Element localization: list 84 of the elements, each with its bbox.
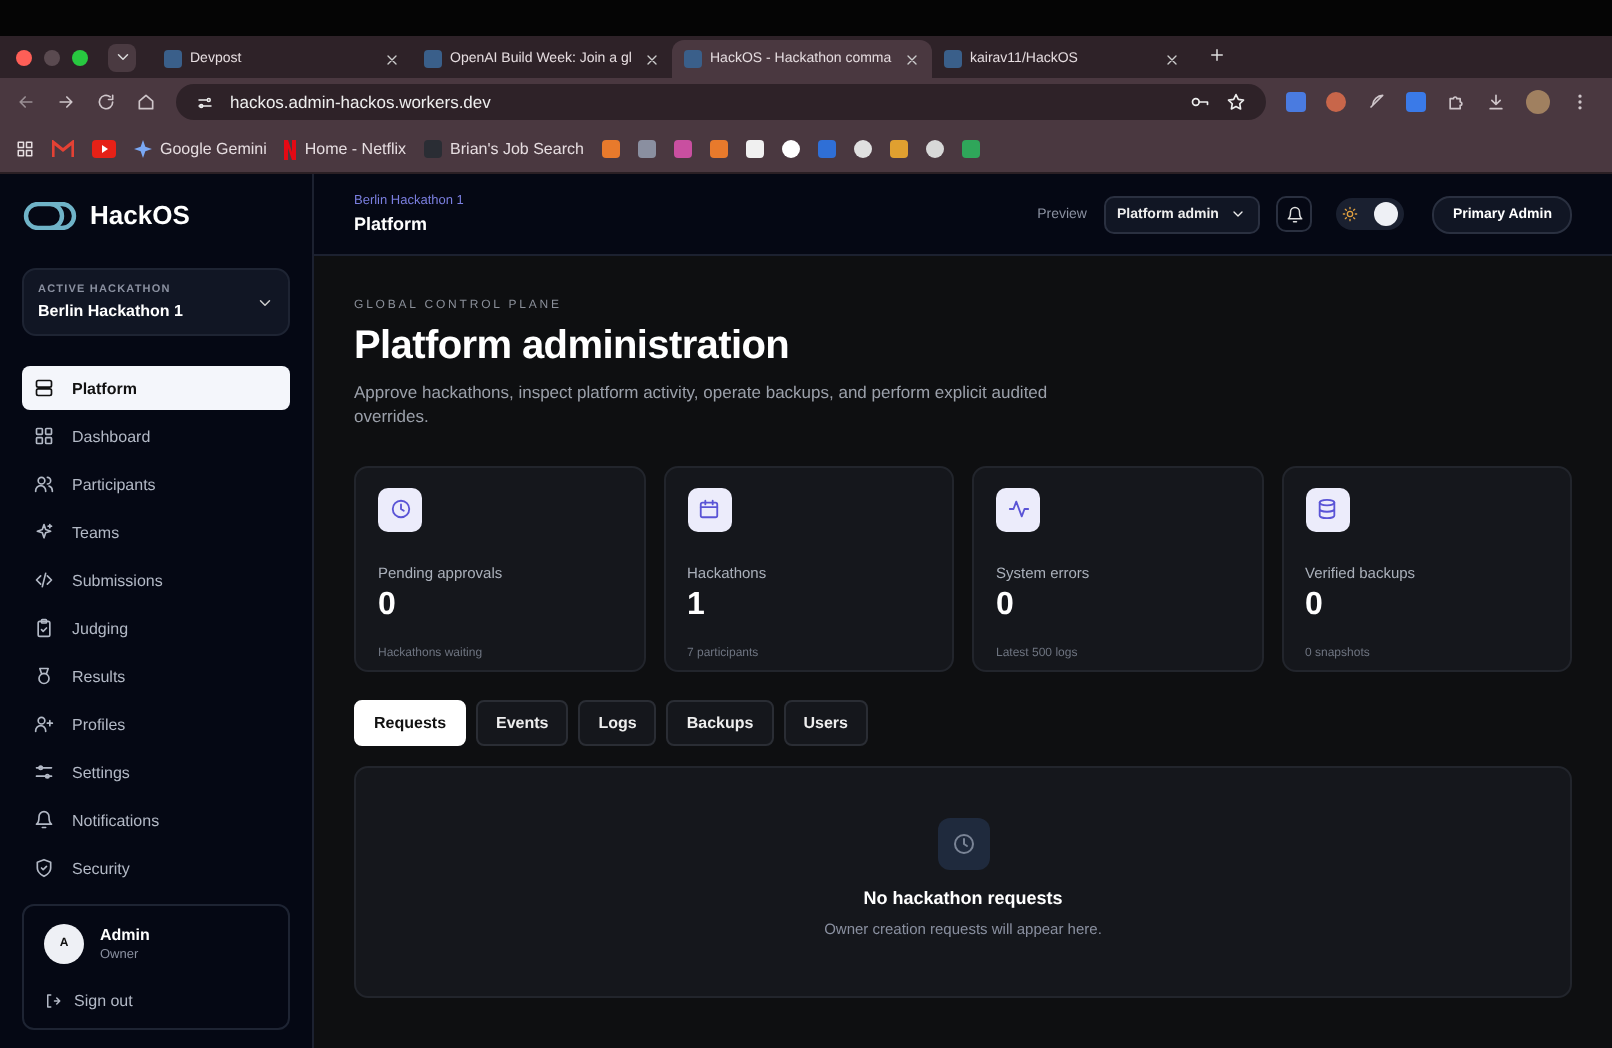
brand-name: HackOS xyxy=(90,200,190,230)
sign-out-link[interactable]: Sign out xyxy=(44,992,268,1010)
tab-search-button[interactable] xyxy=(108,43,136,71)
notifications-button[interactable] xyxy=(1276,196,1313,232)
key-icon xyxy=(1190,92,1210,112)
medal-icon xyxy=(34,666,54,686)
puzzle-icon xyxy=(1446,92,1466,112)
nav-item[interactable]: Profiles xyxy=(22,702,290,746)
clock-icon xyxy=(951,831,975,856)
users-icon xyxy=(34,474,54,494)
n-logo-icon xyxy=(284,139,297,159)
forward-icon xyxy=(56,92,76,112)
site-icon xyxy=(944,50,962,68)
bookmark-link[interactable]: Home - Netflix xyxy=(304,140,407,158)
stat-value: 1 xyxy=(687,587,707,624)
site-icon xyxy=(684,50,702,68)
stat-value: 0 xyxy=(996,587,1016,624)
home-icon xyxy=(136,92,156,112)
zoom-window-icon[interactable] xyxy=(72,49,88,65)
user-plus-icon xyxy=(34,714,54,734)
database-icon xyxy=(1316,498,1338,521)
logo-icon xyxy=(22,201,78,229)
back-icon xyxy=(16,92,36,112)
nav-item[interactable]: Security xyxy=(22,846,290,890)
tab[interactable]: Logs xyxy=(578,699,657,746)
stat-value: 0 xyxy=(1305,587,1325,624)
page-heading: Platform administration xyxy=(354,324,792,370)
mail-icon xyxy=(52,140,74,158)
star-icon xyxy=(1226,92,1246,112)
nav-item[interactable]: Judging xyxy=(22,606,290,650)
close-icon xyxy=(904,51,920,67)
empty-title: No hackathon requests xyxy=(863,887,1063,908)
tab[interactable]: Backups xyxy=(666,699,774,746)
close-icon xyxy=(384,51,400,67)
grid-icon xyxy=(34,426,54,446)
clipboard-check-icon xyxy=(34,618,54,638)
shield-check-icon xyxy=(34,858,54,878)
user-name: Admin xyxy=(100,926,150,944)
log-out-icon xyxy=(44,992,62,1010)
sun-icon xyxy=(1342,206,1359,222)
bookmark-link[interactable]: Brian's Job Search xyxy=(450,140,584,158)
tab[interactable]: Users xyxy=(783,699,868,746)
code-icon xyxy=(34,570,54,590)
close-window-icon[interactable] xyxy=(16,49,32,65)
tab[interactable]: Requests xyxy=(354,699,467,746)
close-icon xyxy=(1164,51,1180,67)
folder-icon xyxy=(424,140,443,158)
tab[interactable]: Events xyxy=(476,699,569,746)
apps-grid-icon xyxy=(16,140,34,158)
bell-icon xyxy=(1285,205,1304,223)
site-settings-icon xyxy=(196,93,214,111)
calendar-icon xyxy=(698,498,720,521)
chevron-down-icon xyxy=(1230,206,1247,222)
close-icon xyxy=(644,51,660,67)
plus-icon xyxy=(1208,45,1226,63)
site-icon xyxy=(164,50,182,68)
play-icon xyxy=(92,140,116,158)
avatar-icon[interactable] xyxy=(1526,90,1550,114)
sparkle-icon xyxy=(34,522,54,542)
download-icon xyxy=(1486,92,1506,112)
nav-item[interactable]: Participants xyxy=(22,462,290,506)
chevron-down-icon xyxy=(113,48,131,66)
page-title: Platform xyxy=(354,214,430,234)
address-bar[interactable]: hackos.admin-hackos.workers.dev xyxy=(176,84,1266,120)
site-icon xyxy=(424,50,442,68)
stat-value: 0 xyxy=(378,587,398,624)
sliders-icon xyxy=(34,762,54,782)
sparkle-icon xyxy=(134,140,152,158)
nav-item[interactable]: Teams xyxy=(22,510,290,554)
page-description: Approve hackathons, inspect platform activity, operate backups, and perform explicit audited overrides. xyxy=(354,380,1050,430)
clock-icon xyxy=(389,498,411,521)
nav-item[interactable]: Settings xyxy=(22,750,290,794)
activity-icon xyxy=(1007,498,1029,521)
server-icon xyxy=(34,378,54,398)
theme-toggle[interactable] xyxy=(1336,198,1405,230)
nav-item[interactable]: Results xyxy=(22,654,290,698)
nav-item[interactable]: Notifications xyxy=(22,798,290,842)
reload-icon xyxy=(96,92,116,112)
bookmark-link[interactable]: Google Gemini xyxy=(160,140,267,158)
nav-item[interactable]: Platform xyxy=(22,366,290,410)
nav-item[interactable]: Dashboard xyxy=(22,414,290,458)
feather-icon xyxy=(1366,92,1386,112)
nav-item[interactable]: Submissions xyxy=(22,558,290,602)
bell-icon xyxy=(34,810,54,830)
